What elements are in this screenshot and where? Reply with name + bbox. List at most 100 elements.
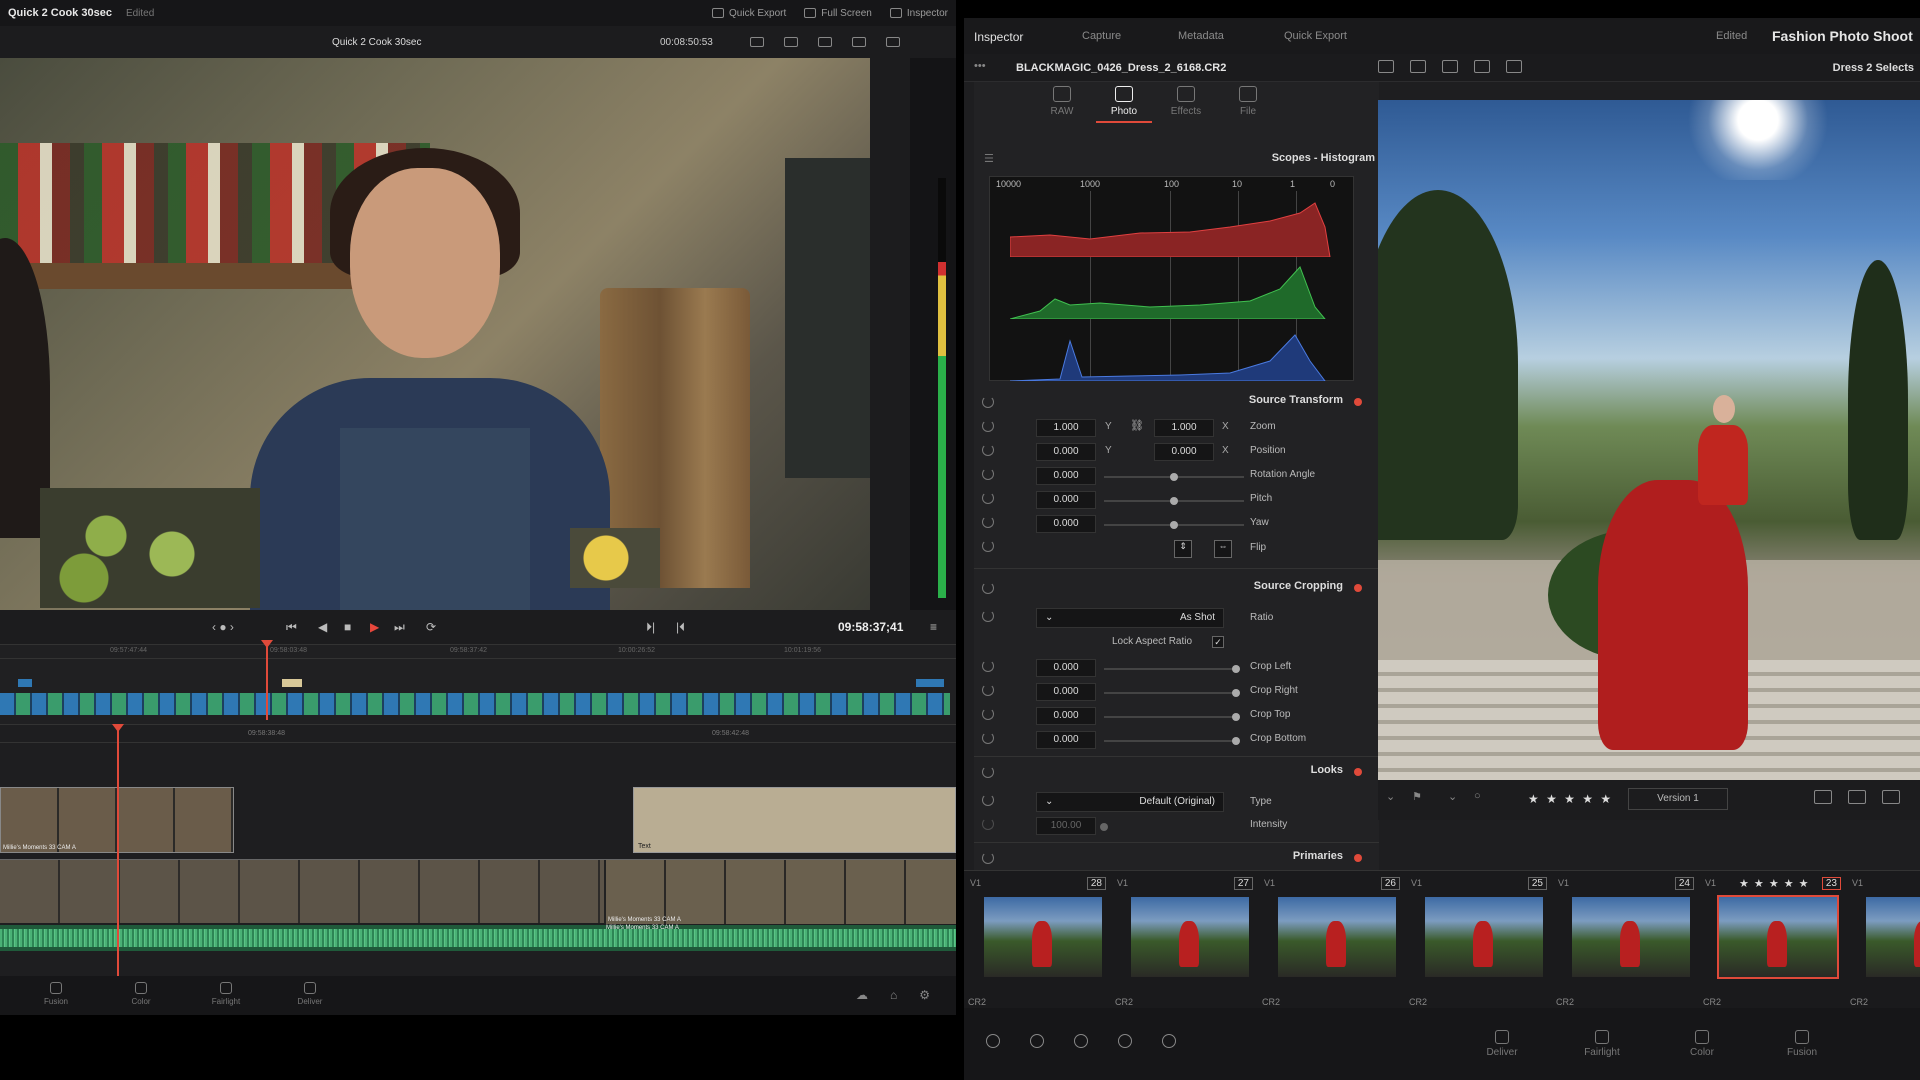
crop-right-field[interactable]: 0.000 xyxy=(1036,683,1096,701)
quick-export-button[interactable]: Quick Export xyxy=(1284,30,1347,42)
page-deliver[interactable]: Deliver xyxy=(280,982,340,1006)
scope-settings-icon[interactable]: ☰ xyxy=(984,152,994,165)
in-point-icon[interactable]: ⏵| xyxy=(646,620,655,635)
flip-vertical-icon[interactable]: ⇕ xyxy=(1174,540,1192,558)
home-icon[interactable]: ⌂ xyxy=(890,988,897,1002)
reset-icon[interactable] xyxy=(982,852,994,864)
capture-button[interactable]: Capture xyxy=(1082,30,1121,42)
viewer-size-icon[interactable] xyxy=(1442,60,1458,73)
cloud-icon[interactable]: ☁ xyxy=(856,988,868,1002)
jog-control[interactable]: ‹ ● › xyxy=(212,620,234,634)
tab-effects[interactable]: Effects xyxy=(1158,86,1214,117)
lower-playhead[interactable] xyxy=(112,724,124,976)
tab-file[interactable]: File xyxy=(1220,86,1276,117)
safe-area-icon[interactable] xyxy=(750,37,764,47)
filmstrip-item[interactable]: 25 V1 CR2 xyxy=(1405,877,1553,1007)
bin-selector[interactable]: Dress 2 Selects xyxy=(1833,62,1914,74)
image-icon[interactable] xyxy=(1848,790,1866,804)
people-icon[interactable] xyxy=(1074,1034,1088,1048)
filmstrip-item[interactable]: 24 V1 CR2 xyxy=(1552,877,1700,1007)
tab-raw[interactable]: RAW xyxy=(1034,86,1090,117)
crop-right-knob[interactable] xyxy=(1232,689,1240,697)
grid-view-icon[interactable] xyxy=(1474,60,1490,73)
flag-icon[interactable]: ⚑ xyxy=(1412,790,1422,803)
page-fairlight[interactable]: Fairlight xyxy=(1572,1030,1632,1058)
upper-clip-strip[interactable] xyxy=(0,693,950,715)
thumbnail[interactable] xyxy=(1572,897,1690,977)
reset-icon[interactable] xyxy=(982,582,994,594)
page-fusion[interactable]: Fusion xyxy=(26,982,86,1006)
volume-icon[interactable] xyxy=(886,37,900,47)
go-to-end-icon[interactable]: ⏭ xyxy=(394,620,405,635)
crop-top-field[interactable]: 0.000 xyxy=(1036,707,1096,725)
color-tag-icon[interactable]: ○ xyxy=(1474,790,1481,802)
thumbnail[interactable] xyxy=(1131,897,1249,977)
reset-icon[interactable] xyxy=(982,444,994,456)
page-color[interactable]: Color xyxy=(111,982,171,1006)
thumbnail[interactable] xyxy=(1278,897,1396,977)
filmstrip-item[interactable]: 22V1CR2 xyxy=(1846,877,1920,1007)
reset-icon[interactable] xyxy=(982,684,994,696)
more-options-icon[interactable]: ••• xyxy=(974,60,986,72)
filmstrip-item[interactable]: 28 V1 CR2 xyxy=(964,877,1112,1007)
reset-icon[interactable] xyxy=(982,610,994,622)
page-fairlight[interactable]: Fairlight xyxy=(196,982,256,1006)
pitch-field[interactable]: 0.000 xyxy=(1036,491,1096,509)
inspector-button[interactable]: Inspector xyxy=(974,30,1023,44)
rotation-slider-knob[interactable] xyxy=(1170,473,1178,481)
settings-icon[interactable]: ⚙ xyxy=(919,988,930,1002)
position-x-field[interactable]: 0.000 xyxy=(1154,443,1214,461)
reset-icon[interactable] xyxy=(982,818,994,830)
audio-track-a1[interactable]: Millie's Moments 33 CAM A xyxy=(0,925,956,951)
tab-photo[interactable]: Photo xyxy=(1096,86,1152,123)
reset-icon[interactable] xyxy=(982,420,994,432)
color-wheel-icon[interactable] xyxy=(1378,60,1394,73)
timeline-selector[interactable]: Quick 2 Cook 30sec xyxy=(332,37,422,48)
link-icon[interactable]: ⛓ xyxy=(1130,419,1144,432)
upper-timeline[interactable]: 09:57:47:44 09:58:03:48 09:58:37:42 10:0… xyxy=(0,644,956,724)
section-enable-dot[interactable] xyxy=(1354,768,1362,776)
crop-left-knob[interactable] xyxy=(1232,665,1240,673)
page-deliver[interactable]: Deliver xyxy=(1472,1030,1532,1058)
upper-playhead[interactable] xyxy=(261,640,273,720)
yaw-field[interactable]: 0.000 xyxy=(1036,515,1096,533)
full-screen-button[interactable]: Full Screen xyxy=(804,8,872,19)
inspector-button[interactable]: Inspector xyxy=(889,8,948,19)
reset-icon[interactable] xyxy=(982,660,994,672)
reset-icon[interactable] xyxy=(982,766,994,778)
filmstrip-item[interactable]: 27 V1 CR2 xyxy=(1111,877,1259,1007)
chevron-down-icon[interactable]: ⌄ xyxy=(1448,790,1457,803)
zoom-y-field[interactable]: 1.000 xyxy=(1036,419,1096,437)
thumbnail[interactable] xyxy=(1866,897,1920,977)
reset-icon[interactable] xyxy=(982,516,994,528)
thumbnail[interactable] xyxy=(1425,897,1543,977)
reset-icon[interactable] xyxy=(982,708,994,720)
reset-icon[interactable] xyxy=(982,492,994,504)
section-enable-dot[interactable] xyxy=(1354,854,1362,862)
lower-timeline[interactable]: 09:58:38:48 09:58:42:48 Millie's Moments… xyxy=(0,724,956,976)
thumbnail[interactable] xyxy=(984,897,1102,977)
menu-icon[interactable]: ≡ xyxy=(930,620,937,634)
home-icon[interactable] xyxy=(1030,1034,1044,1048)
zoom-x-field[interactable]: 1.000 xyxy=(1154,419,1214,437)
crop-bottom-field[interactable]: 0.000 xyxy=(1036,731,1096,749)
marker-clip[interactable] xyxy=(18,679,32,687)
reset-icon[interactable] xyxy=(982,540,994,552)
video-clip-segment[interactable]: Millie's Moments 33 CAM A xyxy=(604,860,956,924)
video-viewer[interactable] xyxy=(0,58,870,610)
dropdown-icon[interactable] xyxy=(1410,60,1426,73)
video-track-v1[interactable]: Millie's Moments 33 CAM A xyxy=(0,859,956,924)
reset-icon[interactable] xyxy=(982,732,994,744)
filmstrip-item[interactable]: 23 V1 ★ ★ ★ ★ ★ CR2 xyxy=(1699,877,1847,1007)
version-dropdown[interactable]: Version 1 xyxy=(1628,788,1728,810)
section-enable-dot[interactable] xyxy=(1354,398,1362,406)
photo-viewer[interactable] xyxy=(1378,100,1920,780)
pitch-slider-knob[interactable] xyxy=(1170,497,1178,505)
yaw-slider-knob[interactable] xyxy=(1170,521,1178,529)
reset-icon[interactable] xyxy=(982,396,994,408)
marker-clip[interactable] xyxy=(282,679,302,687)
stop-icon[interactable]: ■ xyxy=(344,620,351,634)
crop-left-slider[interactable] xyxy=(1104,668,1234,670)
single-view-icon[interactable] xyxy=(1506,60,1522,73)
reset-icon[interactable] xyxy=(982,794,994,806)
